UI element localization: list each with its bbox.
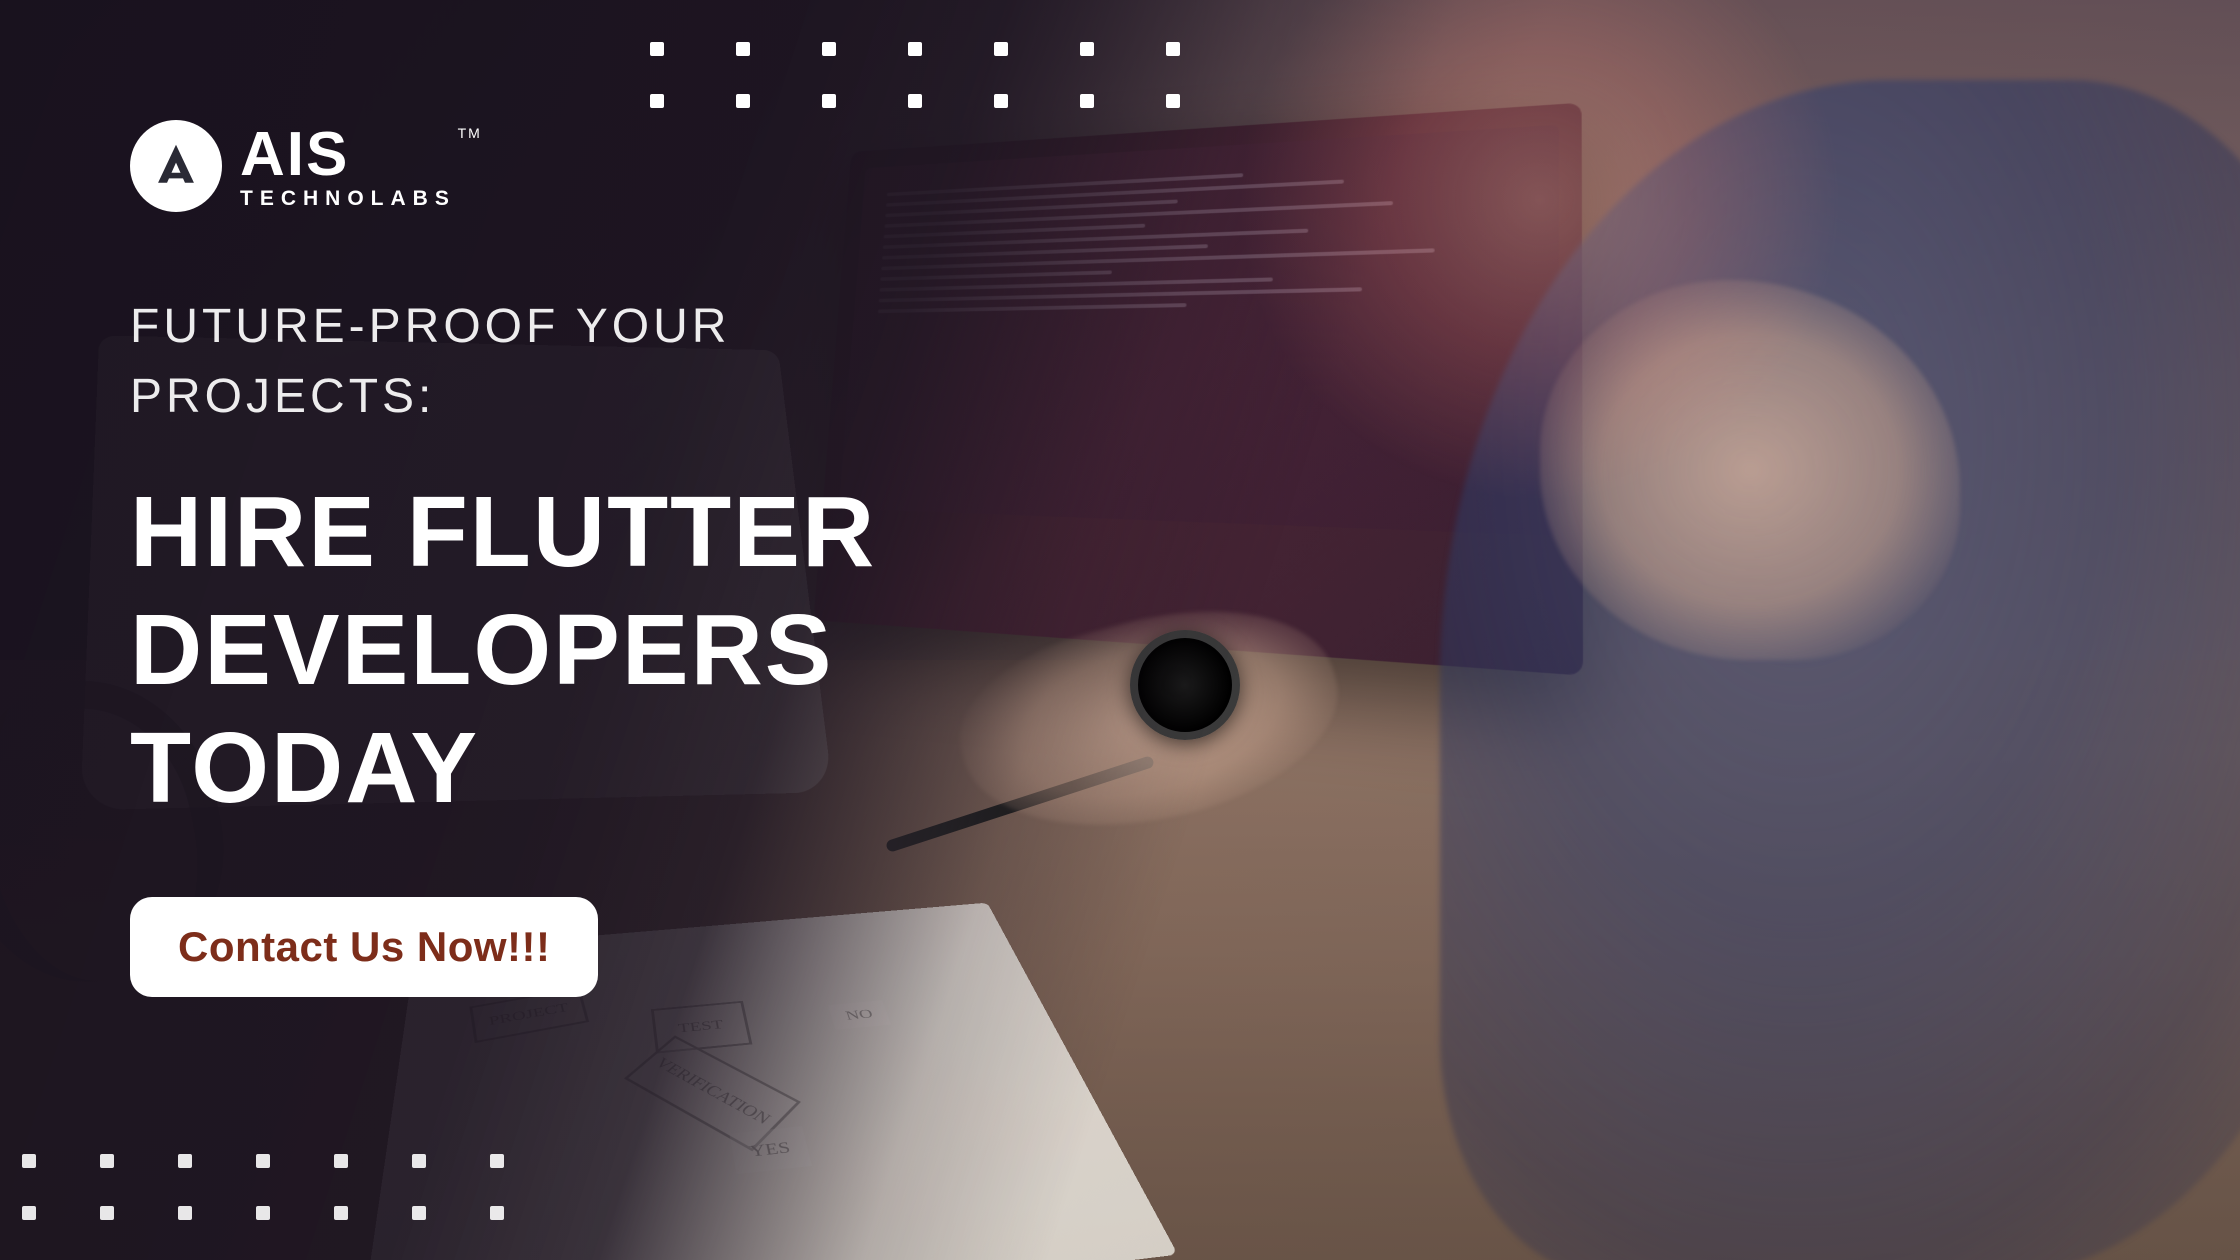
logo-brand-name: AIS TM: [240, 124, 456, 186]
logo-text-block: AIS TM TECHNOLABS: [240, 124, 456, 209]
logo-tagline: TECHNOLABS: [240, 188, 456, 209]
company-logo: AIS TM TECHNOLABS: [130, 120, 2110, 212]
logo-a-icon: [148, 138, 204, 194]
hero-banner: PROJECT TEST VERIFICATION YES NO: [0, 0, 2240, 1260]
hero-content: AIS TM TECHNOLABS FUTURE-PROOF YOUR PROJ…: [0, 0, 2240, 1260]
hero-subtitle: FUTURE-PROOF YOUR PROJECTS:: [130, 292, 1030, 431]
logo-icon: [130, 120, 222, 212]
contact-button[interactable]: Contact Us Now!!!: [130, 897, 598, 997]
hero-title: HIRE FLUTTER DEVELOPERS TODAY: [130, 473, 1130, 827]
logo-trademark: TM: [458, 126, 482, 140]
